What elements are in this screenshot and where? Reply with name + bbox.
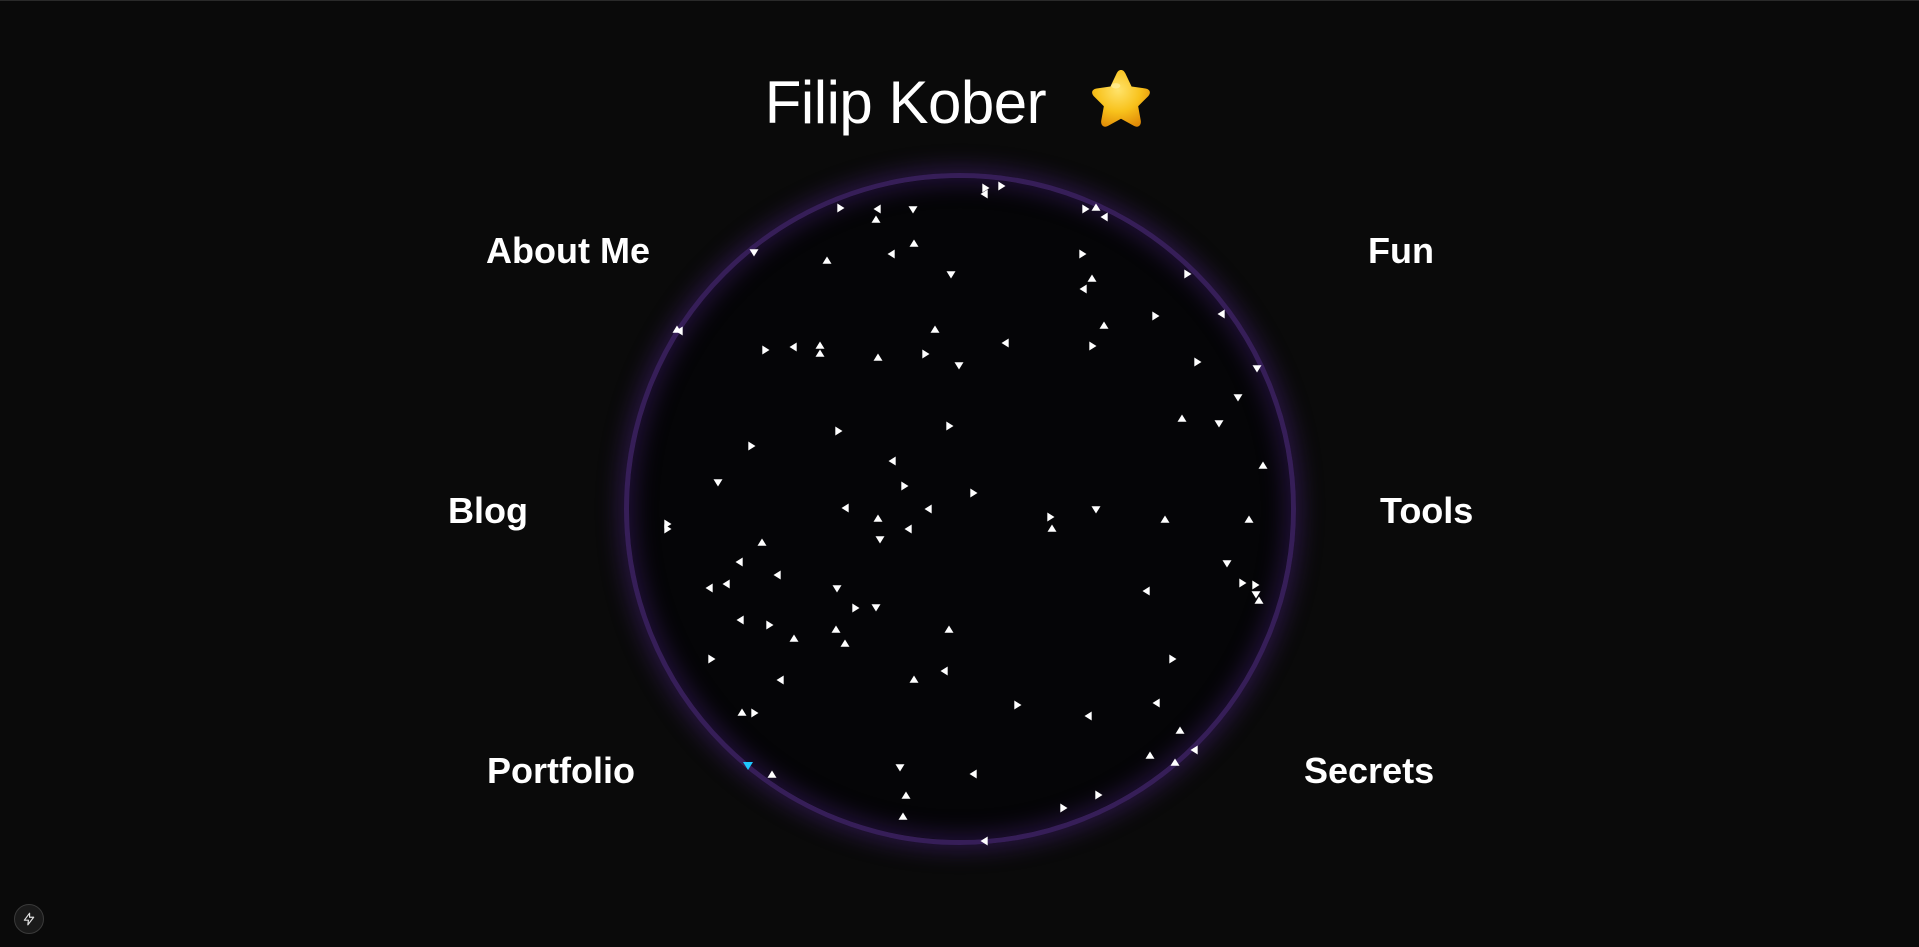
dev-tools-button[interactable] xyxy=(14,904,44,934)
nav-secrets[interactable]: Secrets xyxy=(1304,750,1434,792)
nav-blog[interactable]: Blog xyxy=(448,490,528,532)
nav-fun[interactable]: Fun xyxy=(1368,230,1434,272)
nav-about-me[interactable]: About Me xyxy=(486,230,650,272)
nav-tools[interactable]: Tools xyxy=(1380,490,1473,532)
star-emoji-icon xyxy=(1092,70,1151,127)
page-title: Filip Kober xyxy=(0,59,1919,143)
site-title: Filip Kober xyxy=(764,69,1047,137)
glow-ring xyxy=(624,173,1296,845)
nav-portfolio[interactable]: Portfolio xyxy=(487,750,635,792)
bolt-icon xyxy=(23,912,35,926)
home-page: Filip Kober About Me Fun Blog Tools Port… xyxy=(0,0,1919,947)
